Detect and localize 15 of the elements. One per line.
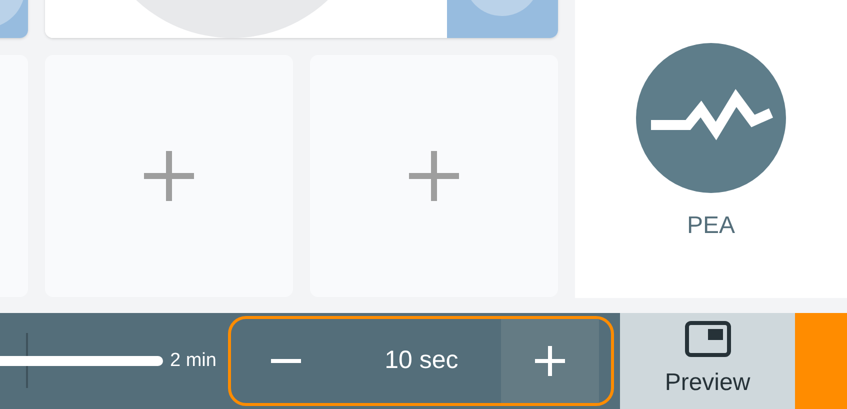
interval-value: 10 sec [384,345,460,376]
plus-icon [535,346,566,376]
picture-in-picture-icon [684,321,730,357]
add-tile[interactable] [45,55,293,297]
plus-icon [144,151,194,201]
waveform-icon [636,43,786,193]
preview-button[interactable]: Preview [620,313,795,409]
rhythm-card[interactable]: PEA [575,0,847,298]
minus-icon [271,359,302,363]
rhythm-label: PEA [686,211,736,241]
slider-max-label: 2 min [170,348,216,373]
increment-button[interactable] [501,319,600,403]
slider-bar[interactable] [0,356,163,366]
plus-icon [409,151,459,201]
add-tile[interactable] [310,55,558,297]
